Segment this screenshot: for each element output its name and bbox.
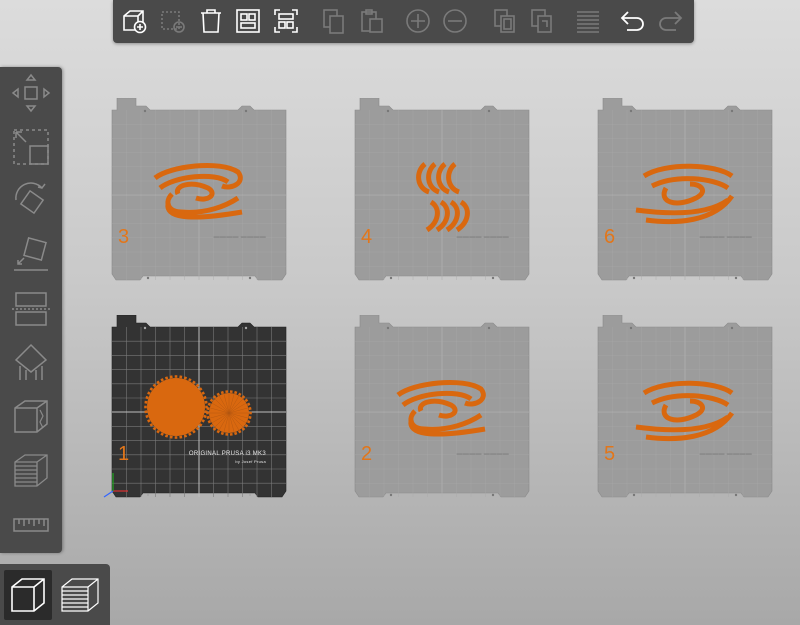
add-cube-icon — [123, 10, 147, 34]
ruler-icon — [13, 518, 49, 532]
plate-number: 6 — [604, 226, 616, 248]
axis-gizmo-icon — [103, 473, 128, 498]
scale-icon — [13, 129, 49, 165]
plate-2[interactable]: 2 ▬▬▬▬ ▬▬▬▬ — [353, 315, 531, 501]
seam-painting-tool[interactable] — [8, 394, 54, 440]
cut-icon — [12, 292, 50, 326]
add-instance-button[interactable] — [402, 5, 434, 37]
plate-objects — [416, 162, 470, 233]
copy-button[interactable] — [318, 5, 350, 37]
layers-stack-icon — [61, 578, 99, 612]
paste-icon — [361, 9, 383, 33]
delete-all-button[interactable] — [195, 5, 227, 37]
top-toolbar — [113, 0, 694, 43]
plate-objects — [396, 379, 486, 437]
plate-number: 4 — [361, 226, 373, 248]
bed-brand-label: ORIGINAL PRUSA i3 MK3 by Josef Prusa — [188, 451, 266, 464]
layer-height-icon — [14, 454, 48, 487]
plate-number: 5 — [604, 443, 616, 465]
plate-objects — [103, 375, 252, 498]
plate-number: 2 — [361, 443, 373, 465]
plus-circle-icon — [406, 9, 430, 33]
remove-instance-button[interactable] — [439, 5, 471, 37]
support-paint-icon — [14, 343, 48, 380]
support-painting-tool[interactable] — [8, 340, 54, 386]
copy-icon — [323, 9, 344, 34]
plate-number: 3 — [118, 226, 130, 248]
undo-icon — [620, 11, 644, 31]
plate-4[interactable]: 4 ▬▬▬▬ ▬▬▬▬ — [353, 98, 531, 284]
trash-icon — [201, 9, 221, 33]
bed-brand-label: ▬▬▬▬ ▬▬▬▬ — [213, 234, 266, 240]
arrange-selection-button[interactable] — [270, 5, 302, 37]
view-switcher — [0, 564, 110, 625]
variable-layer-tool[interactable] — [8, 448, 54, 494]
split-objects-icon — [494, 9, 515, 33]
arrange-button[interactable] — [232, 5, 264, 37]
plate-objects — [635, 163, 735, 225]
split-objects-button[interactable] — [489, 5, 521, 37]
layers-editing-button[interactable] — [572, 5, 604, 37]
undo-button[interactable] — [617, 5, 649, 37]
cube-icon — [11, 578, 45, 612]
rotate-tool[interactable] — [8, 178, 54, 224]
gizmo-sidebar — [0, 67, 62, 553]
3d-view-button[interactable] — [4, 570, 52, 620]
bed-brand-label: ▬▬▬▬ ▬▬▬▬ — [699, 451, 752, 457]
place-on-face-icon — [14, 237, 48, 271]
bed-brand-label: ▬▬▬▬ ▬▬▬▬ — [456, 451, 509, 457]
scale-tool[interactable] — [8, 124, 54, 170]
plate-1[interactable]: 1 ORIGINAL PRUSA i3 MK3 by Josef Prusa — [103, 315, 288, 501]
redo-button[interactable] — [654, 5, 686, 37]
seam-paint-icon — [14, 400, 48, 433]
plate-objects — [153, 162, 243, 220]
cut-tool[interactable] — [8, 286, 54, 332]
plate-number: 1 — [118, 443, 130, 465]
measure-tool[interactable] — [8, 502, 54, 548]
add-object-button[interactable] — [119, 5, 151, 37]
arrange-icon — [236, 9, 260, 33]
redo-icon — [659, 11, 683, 31]
plate-3[interactable]: 3 ▬▬▬▬ ▬▬▬▬ — [110, 98, 288, 284]
delete-object-icon — [161, 11, 185, 33]
preview-button[interactable] — [56, 570, 104, 620]
plate-6[interactable]: 6 ▬▬▬▬ ▬▬▬▬ — [596, 98, 774, 284]
bed-brand-label: ▬▬▬▬ ▬▬▬▬ — [699, 234, 752, 240]
plate-objects — [635, 380, 735, 442]
arrange-selection-icon — [274, 9, 298, 33]
layers-icon — [577, 11, 599, 33]
bed-brand-label: ▬▬▬▬ ▬▬▬▬ — [456, 234, 509, 240]
place-on-face-tool[interactable] — [8, 232, 54, 278]
split-parts-button[interactable] — [526, 5, 558, 37]
split-parts-icon — [531, 9, 552, 33]
move-arrows-icon — [11, 73, 51, 113]
paste-button[interactable] — [356, 5, 388, 37]
minus-circle-icon — [443, 9, 467, 33]
move-tool[interactable] — [8, 70, 54, 116]
plate-5[interactable]: 5 ▬▬▬▬ ▬▬▬▬ — [596, 315, 774, 501]
delete-button[interactable] — [157, 5, 189, 37]
rotate-icon — [15, 182, 46, 215]
